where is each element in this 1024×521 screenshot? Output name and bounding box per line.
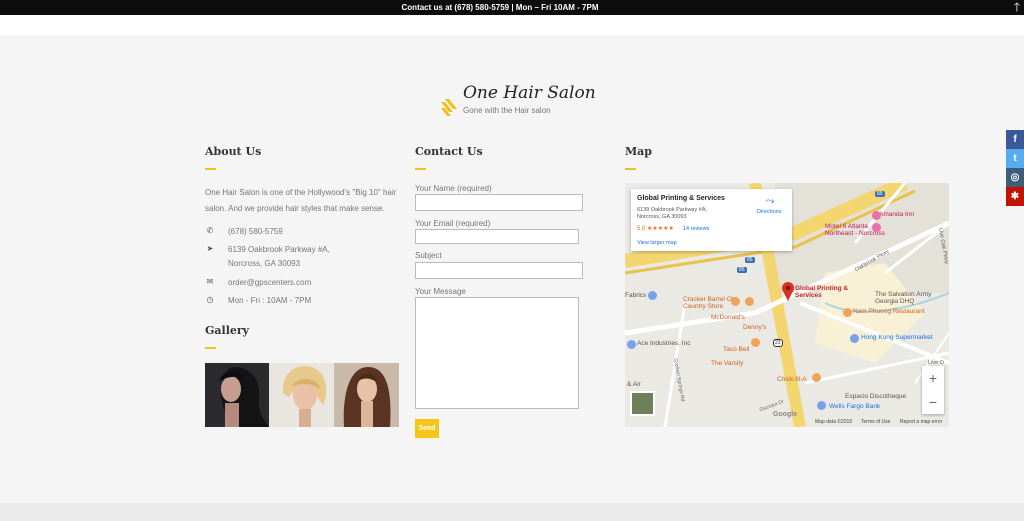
about-text: One Hair Salon is one of the Hollywood's… (205, 188, 397, 213)
place-fabrics[interactable]: Fabrics (625, 292, 646, 299)
yelp-icon[interactable]: ✱ (1006, 187, 1024, 206)
hotel-icon[interactable] (872, 211, 881, 220)
place-nam-phuong[interactable]: Nam Phuong Restaurant (853, 308, 925, 315)
route-shield-85-b: 85 (745, 257, 755, 263)
location-arrow-icon: ➤ (206, 244, 214, 253)
report-map-error-link[interactable]: Report a map error (900, 419, 942, 425)
email-label: Your Email (required) (415, 219, 491, 228)
route-shield-85-a: 85 (737, 267, 747, 273)
top-contact-text: Contact us at (678) 580-5759 | Mon – Fri… (401, 3, 599, 12)
subject-label: Subject (415, 251, 442, 260)
shopping-icon[interactable] (648, 291, 657, 300)
name-label: Your Name (required) (415, 184, 492, 193)
zoom-controls: + − (922, 366, 944, 414)
place-dennys[interactable]: Denny's (743, 324, 766, 331)
google-logo: Google (773, 411, 798, 418)
place-taco-bell[interactable]: Taco Bell (723, 346, 749, 353)
gallery-heading-underline (205, 347, 216, 349)
place-info-card: Global Printing & Services 6139 Oakbrook… (631, 189, 792, 251)
twitter-icon[interactable]: t (1006, 149, 1024, 168)
route-shield-23: 23 (773, 339, 783, 347)
restaurant-icon[interactable] (812, 373, 821, 382)
about-heading: About Us (205, 145, 262, 158)
place-rating: 5.0 ★★★★★ (637, 226, 674, 232)
address-text: 6139 Oakbrook Parkway #A, Norcross, GA 3… (228, 245, 330, 268)
google-map-embed[interactable]: Global Printing & Services 6139 Oakbrook… (625, 183, 949, 427)
clock-icon: ◷ (206, 295, 214, 304)
store-icon[interactable] (850, 334, 859, 343)
pin-label: Global Printing & Services (795, 285, 849, 299)
hours-text: Mon - Fri : 10AM - 7PM (228, 296, 312, 305)
gallery-image-3[interactable] (334, 363, 399, 427)
directions-icon[interactable]: ⤳ (763, 195, 777, 207)
logo-stripes-icon (441, 99, 457, 116)
site-title: One Hair Salon (463, 83, 596, 103)
scroll-to-top-icon[interactable]: 🡑 (1014, 1, 1020, 14)
map-heading-underline (625, 168, 636, 170)
restaurant-icon[interactable] (745, 297, 754, 306)
gallery-image-2[interactable] (269, 363, 334, 427)
restaurant-icon[interactable] (843, 308, 852, 317)
restaurant-icon[interactable] (731, 297, 740, 306)
place-chick-fil-a[interactable]: Chick-fil-A (777, 376, 807, 383)
footer-strip (0, 503, 1024, 521)
envelope-icon: ✉ (206, 277, 214, 286)
about-heading-underline (205, 168, 216, 170)
map-heading: Map (625, 145, 652, 158)
place-mcdonalds[interactable]: McDonald's (711, 314, 745, 321)
terms-of-use-link[interactable]: Terms of Use (861, 419, 890, 425)
restaurant-icon[interactable] (751, 338, 760, 347)
satellite-toggle[interactable] (630, 391, 655, 416)
place-wells-fargo[interactable]: Wells Fargo Bank (829, 403, 880, 410)
zoom-out-button[interactable]: − (922, 390, 944, 414)
email-input[interactable] (415, 229, 579, 244)
name-input[interactable] (415, 194, 583, 211)
instagram-icon[interactable]: ◎ (1006, 168, 1024, 187)
gallery-heading: Gallery (205, 324, 250, 337)
phone-icon: ✆ (206, 226, 214, 235)
email-text: order@gpscenters.com (228, 278, 312, 287)
zoom-in-button[interactable]: + (922, 366, 944, 390)
send-button[interactable]: Send (415, 419, 439, 438)
top-contact-bar: Contact us at (678) 580-5759 | Mon – Fri… (0, 0, 1024, 15)
place-ace-industries[interactable]: Ace Industries, Inc (637, 340, 690, 347)
place-address: 6139 Oakbrook Parkway #A, Norcross, GA 3… (637, 207, 708, 220)
message-textarea[interactable] (415, 297, 579, 409)
gallery-image-1[interactable] (205, 363, 269, 427)
directions-link[interactable]: Directions (757, 209, 781, 215)
route-shield-85-c: 85 (875, 191, 885, 197)
place-the-varsity[interactable]: The Varsity (711, 360, 743, 367)
phone-text: (678) 580-5759 (228, 227, 283, 236)
view-larger-map-link[interactable]: View larger map (637, 240, 677, 246)
place-amanda-inn[interactable]: Amanda Inn (879, 211, 914, 218)
contact-heading: Contact Us (415, 145, 483, 158)
place-salvation-army[interactable]: The Salvation Army Georgia DHQ (875, 291, 947, 305)
hotel-icon[interactable] (872, 223, 881, 232)
contact-heading-underline (415, 168, 426, 170)
message-label: Your Message (415, 287, 466, 296)
facebook-icon[interactable]: f (1006, 130, 1024, 149)
place-espacio-discotheque[interactable]: Espacio Discotheque (845, 393, 906, 400)
place-reviews-link[interactable]: 14 reviews (683, 226, 709, 232)
site-tagline: Gone with the Hair salon (463, 106, 551, 115)
place-title: Global Printing & Services (637, 195, 725, 202)
place-hong-kong-supermarket[interactable]: Hong Kong Supermarket (861, 334, 933, 341)
subject-input[interactable] (415, 262, 583, 279)
map-air-label: & Air (627, 381, 641, 388)
business-icon[interactable] (627, 340, 636, 349)
bank-icon[interactable] (817, 401, 826, 410)
header-strip (0, 15, 1024, 35)
map-data-text: Map data ©2019 (815, 419, 853, 425)
